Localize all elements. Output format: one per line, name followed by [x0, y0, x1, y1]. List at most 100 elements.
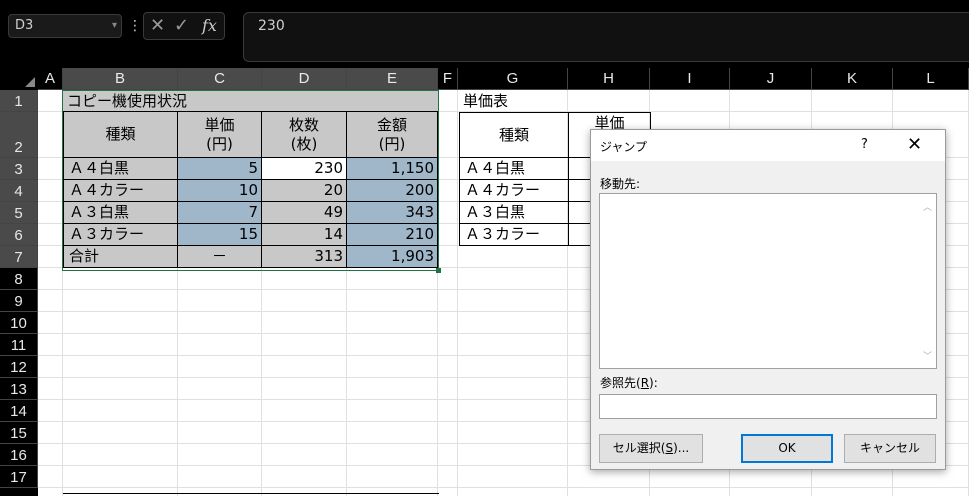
column-header-k[interactable]: K	[812, 68, 893, 90]
table2-title: 単価表	[463, 92, 509, 110]
formula-bar: D3 ▾ ⋮ ✕ ✓ fx 230	[0, 0, 969, 68]
column-header-c[interactable]: C	[178, 68, 262, 90]
table1-title-cell[interactable]: コピー機使用状況	[63, 90, 438, 112]
total-price-cell[interactable]: －	[178, 246, 262, 268]
row-header-12[interactable]: 12	[0, 356, 38, 378]
row-header-15[interactable]: 15	[0, 422, 38, 444]
table2-type-cell[interactable]: Ａ３白黒	[459, 202, 569, 224]
header-count-label: 枚数	[288, 115, 319, 134]
special-button-text: セル選択(	[612, 441, 666, 455]
row-header-8[interactable]: 8	[0, 268, 38, 290]
column-header-l[interactable]: L	[893, 68, 969, 90]
confirm-entry-icon[interactable]: ✓	[174, 15, 189, 37]
row-type-cell[interactable]: Ａ３カラー	[63, 224, 178, 246]
select-all-icon	[25, 77, 35, 87]
special-button[interactable]: セル選択(S)...	[599, 434, 703, 463]
row-header-13[interactable]: 13	[0, 378, 38, 400]
row-header-2[interactable]: 2	[0, 112, 38, 158]
row-header-14[interactable]: 14	[0, 400, 38, 422]
row-amount-cell[interactable]: 1,150	[347, 158, 438, 180]
row-count-cell[interactable]: 49	[262, 202, 347, 224]
column-header-d[interactable]: D	[262, 68, 347, 90]
column-header-a[interactable]: A	[38, 68, 63, 90]
table1-header-amount[interactable]: 金額 (円)	[347, 112, 438, 158]
name-box-dropdown-icon[interactable]: ▾	[112, 15, 117, 37]
row-header-16[interactable]: 16	[0, 444, 38, 466]
column-header-e[interactable]: E	[347, 68, 438, 90]
header-count-unit: (枚)	[290, 134, 318, 153]
row-type-cell[interactable]: Ａ３白黒	[63, 202, 178, 224]
listbox-scrollbar[interactable]: ︿ ﹀	[919, 194, 936, 368]
select-all-corner[interactable]	[0, 68, 38, 90]
header-type-label: 種類	[105, 125, 136, 143]
header-price-unit: (円)	[206, 134, 233, 153]
row-header-4[interactable]: 4	[0, 180, 38, 202]
special-button-suffix: )...	[673, 441, 690, 455]
row-header-6[interactable]: 6	[0, 224, 38, 246]
row-header-7[interactable]: 7	[0, 246, 38, 268]
table1-header-price[interactable]: 単価 (円)	[178, 112, 262, 158]
table2-header-type-label: 種類	[498, 125, 529, 144]
cancel-entry-icon[interactable]: ✕	[150, 15, 165, 37]
name-box-value: D3	[15, 18, 34, 33]
row-price-cell[interactable]: 5	[178, 158, 262, 180]
column-header-j[interactable]: J	[730, 68, 812, 90]
reference-label-text: 参照先(	[600, 376, 641, 390]
reference-input[interactable]	[599, 394, 937, 419]
row-header-3[interactable]: 3	[0, 158, 38, 180]
close-icon[interactable]: ✕	[907, 134, 922, 155]
row-amount-cell[interactable]: 200	[347, 180, 438, 202]
total-type-cell[interactable]: 合計	[63, 246, 178, 268]
table2-type-cell[interactable]: Ａ４カラー	[459, 180, 569, 202]
table2-type-cell[interactable]: Ａ３カラー	[459, 224, 569, 246]
name-box[interactable]: D3 ▾	[8, 14, 122, 38]
scroll-up-icon[interactable]: ︿	[923, 200, 932, 213]
table1-header-type[interactable]: 種類	[63, 112, 178, 158]
ok-button[interactable]: OK	[741, 434, 833, 463]
row-header-17[interactable]: 17	[0, 466, 38, 488]
goto-dialog: ジャンプ ? ✕ 移動先: ︿ ﹀ 参照先(R): セル選択(S)... OK …	[590, 129, 946, 470]
insert-function-icon[interactable]: fx	[202, 15, 217, 37]
special-button-key: S	[665, 441, 674, 455]
row-count-cell[interactable]: 14	[262, 224, 347, 246]
goto-listbox[interactable]: ︿ ﹀	[599, 193, 937, 369]
row-header-10[interactable]: 10	[0, 312, 38, 334]
table1-title: コピー機使用状況	[67, 92, 188, 110]
row-price-cell[interactable]: 10	[178, 180, 262, 202]
column-header-b[interactable]: B	[63, 68, 178, 90]
table2-header-type[interactable]: 種類	[459, 112, 569, 158]
header-price-label: 単価	[204, 115, 235, 134]
total-count-cell[interactable]: 313	[262, 246, 347, 268]
table2-title-cell[interactable]: 単価表	[463, 90, 583, 112]
row-price-cell[interactable]: 15	[178, 224, 262, 246]
row-header-9[interactable]: 9	[0, 290, 38, 312]
formula-input[interactable]: 230	[243, 12, 969, 62]
more-options-icon[interactable]: ⋮	[128, 15, 142, 37]
total-amount-cell[interactable]: 1,903	[347, 246, 438, 268]
row-type-cell[interactable]: Ａ４白黒	[63, 158, 178, 180]
row-amount-cell[interactable]: 210	[347, 224, 438, 246]
row-header-11[interactable]: 11	[0, 334, 38, 356]
column-header-g[interactable]: G	[458, 68, 568, 90]
header-amount-unit: (円)	[378, 134, 406, 153]
scroll-down-icon[interactable]: ﹀	[923, 349, 932, 362]
row-header-5[interactable]: 5	[0, 202, 38, 224]
formula-buttons: ✕ ✓ fx	[143, 12, 225, 40]
row-count-cell[interactable]: 230	[262, 158, 347, 180]
table2-type-cell[interactable]: Ａ４白黒	[459, 158, 569, 180]
column-header-f[interactable]: F	[438, 68, 458, 90]
column-header-i[interactable]: I	[650, 68, 730, 90]
reference-label-key: R	[640, 376, 650, 390]
row-price-cell[interactable]: 7	[178, 202, 262, 224]
reference-label-suffix: ):	[649, 376, 658, 390]
header-amount-label: 金額	[376, 115, 407, 134]
row-type-cell[interactable]: Ａ４カラー	[63, 180, 178, 202]
cancel-button[interactable]: キャンセル	[844, 434, 936, 463]
table1-header-count[interactable]: 枚数 (枚)	[262, 112, 347, 158]
row-amount-cell[interactable]: 343	[347, 202, 438, 224]
column-header-h[interactable]: H	[568, 68, 650, 90]
fill-handle[interactable]	[436, 268, 441, 273]
row-header-1[interactable]: 1	[0, 90, 38, 112]
row-count-cell[interactable]: 20	[262, 180, 347, 202]
help-icon[interactable]: ?	[861, 137, 868, 152]
